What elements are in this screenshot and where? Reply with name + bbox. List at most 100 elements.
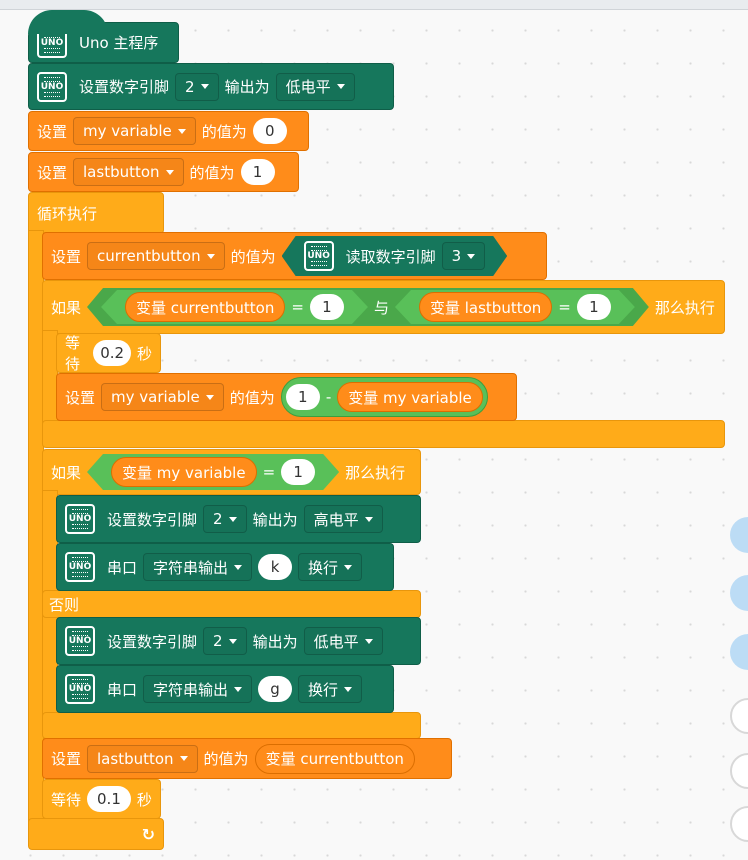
pin-dropdown[interactable]: 2	[203, 627, 247, 655]
value-input[interactable]: 1	[285, 384, 320, 410]
text-input[interactable]: k	[258, 554, 293, 580]
uno-board-icon: UNO	[65, 552, 95, 582]
block-label: 输出为	[252, 510, 298, 529]
uno-board-icon: UNO	[65, 674, 95, 704]
block-label: 设置	[51, 750, 82, 768]
block-label: 设置	[37, 122, 68, 141]
level-dropdown[interactable]: 低电平	[275, 72, 355, 101]
block-label: 的值为	[201, 122, 247, 141]
hat-cap	[28, 10, 108, 34]
value-input[interactable]: 0.2	[93, 340, 131, 366]
loop-arrow-icon: ↻	[141, 824, 155, 844]
if-else-bottom-arm	[42, 712, 421, 739]
block-label: 的值为	[189, 163, 235, 182]
if-label: 如果	[51, 298, 82, 317]
uno-board-icon: UNO	[37, 71, 67, 102]
else-arm: 否则	[42, 590, 421, 618]
set-digital-pin-block[interactable]: UNO 设置数字引脚 2 输出为 高电平	[56, 495, 421, 543]
block-label: 循环执行	[37, 204, 98, 223]
reset-zoom-icon[interactable]	[730, 806, 748, 842]
operator-label: =	[262, 463, 276, 481]
block-label: 秒	[136, 344, 152, 363]
redo-icon[interactable]	[730, 575, 748, 611]
set-digital-pin-block[interactable]: UNO 设置数字引脚 2 输出为 低电平	[28, 63, 394, 110]
operator-label: 与	[373, 298, 389, 317]
then-label: 那么执行	[654, 298, 715, 317]
variable-dropdown[interactable]: currentbutton	[87, 242, 225, 270]
loop-bottom-arm: ↻	[28, 818, 164, 850]
level-dropdown[interactable]: 高电平	[303, 505, 383, 533]
block-label: 设置数字引脚	[107, 510, 198, 529]
undo-icon[interactable]	[730, 517, 748, 553]
variable-dropdown[interactable]: lastbutton	[87, 744, 198, 773]
if-bottom-arm	[42, 420, 725, 448]
hat-label: Uno 主程序	[79, 34, 159, 52]
newline-dropdown[interactable]: 换行	[298, 553, 363, 581]
operator-label: =	[558, 298, 571, 316]
set-digital-pin-block[interactable]: UNO 设置数字引脚 2 输出为 低电平	[56, 617, 421, 665]
value-input[interactable]: 1	[240, 159, 275, 185]
block-label: 输出为	[224, 78, 270, 96]
block-label: 的值为	[229, 388, 275, 407]
block-label: 输出为	[252, 632, 298, 651]
set-variable-block[interactable]: 设置 currentbutton 的值为 UNO 读取数字引脚 3	[42, 232, 547, 280]
equals-operator[interactable]: 变量 currentbutton = 1	[101, 290, 368, 324]
value-input[interactable]: 1	[281, 459, 315, 485]
mode-dropdown[interactable]: 字符串输出	[143, 675, 253, 703]
serial-print-block[interactable]: UNO 串口 字符串输出 g 换行	[56, 665, 394, 713]
pin-dropdown[interactable]: 2	[175, 72, 219, 101]
serial-print-block[interactable]: UNO 串口 字符串输出 k 换行	[56, 543, 394, 591]
operator-label: -	[325, 388, 332, 406]
if-label: 如果	[51, 463, 82, 482]
value-input[interactable]: 0.1	[87, 786, 131, 812]
variable-dropdown[interactable]: lastbutton	[73, 158, 184, 186]
top-bar	[0, 0, 748, 10]
variable-reporter[interactable]: 变量 currentbutton	[254, 743, 415, 774]
uno-board-icon: UNO	[65, 626, 95, 656]
block-label: 的值为	[203, 750, 249, 768]
variable-dropdown[interactable]: my variable	[101, 383, 224, 411]
variable-reporter[interactable]: 变量 my variable	[111, 457, 257, 487]
forever-loop-block[interactable]: 循环执行	[28, 192, 164, 234]
operator-label: =	[291, 298, 304, 316]
text-input[interactable]: g	[258, 676, 293, 702]
value-input[interactable]: 1	[577, 294, 611, 320]
and-operator[interactable]: 变量 currentbutton = 1 与 变量 lastbutton = 1	[87, 288, 649, 326]
block-label: 设置	[65, 388, 96, 407]
variable-reporter[interactable]: 变量 my variable	[337, 382, 483, 412]
variable-reporter[interactable]: 变量 lastbutton	[419, 292, 552, 322]
block-label: 设置	[37, 163, 68, 182]
block-label: 设置	[51, 247, 82, 266]
pin-dropdown[interactable]: 3	[442, 242, 486, 270]
level-dropdown[interactable]: 低电平	[303, 627, 383, 655]
wait-block[interactable]: 等待 0.2 秒	[56, 333, 161, 373]
block-label: 等待	[65, 334, 81, 373]
variable-reporter[interactable]: 变量 currentbutton	[125, 292, 285, 322]
block-label: 的值为	[230, 247, 276, 266]
newline-dropdown[interactable]: 换行	[298, 675, 363, 703]
value-input[interactable]: 1	[310, 294, 344, 320]
zoom-out-icon[interactable]	[730, 753, 748, 789]
delete-icon[interactable]	[730, 634, 748, 670]
if-block[interactable]: 如果 变量 currentbutton = 1 与 变量 lastbutton …	[42, 280, 725, 334]
block-label: 秒	[136, 790, 152, 809]
set-variable-block[interactable]: 设置 my variable 的值为 0	[28, 111, 309, 151]
wait-block[interactable]: 等待 0.1 秒	[42, 779, 161, 819]
block-label: 读取数字引脚	[345, 247, 436, 266]
pin-dropdown[interactable]: 2	[203, 505, 247, 533]
read-digital-pin-reporter[interactable]: UNO 读取数字引脚 3	[282, 236, 508, 276]
equals-operator[interactable]: 变量 lastbutton = 1	[395, 290, 635, 324]
set-variable-block[interactable]: 设置 lastbutton 的值为 变量 currentbutton	[42, 738, 452, 779]
uno-board-icon: UNO	[65, 504, 95, 534]
mode-dropdown[interactable]: 字符串输出	[143, 553, 253, 581]
set-variable-block[interactable]: 设置 my variable 的值为 1 - 变量 my variable	[56, 373, 517, 421]
variable-dropdown[interactable]: my variable	[73, 117, 196, 145]
zoom-in-icon[interactable]	[730, 698, 748, 734]
set-variable-block[interactable]: 设置 lastbutton 的值为 1	[28, 152, 299, 192]
value-input[interactable]: 0	[252, 118, 287, 144]
equals-operator[interactable]: 变量 my variable = 1	[87, 454, 339, 490]
if-else-block[interactable]: 如果 变量 my variable = 1 那么执行	[42, 449, 421, 495]
block-label: 设置数字引脚	[107, 632, 198, 651]
uno-board-icon: UNO	[304, 241, 334, 271]
subtract-operator[interactable]: 1 - 变量 my variable	[280, 377, 488, 417]
